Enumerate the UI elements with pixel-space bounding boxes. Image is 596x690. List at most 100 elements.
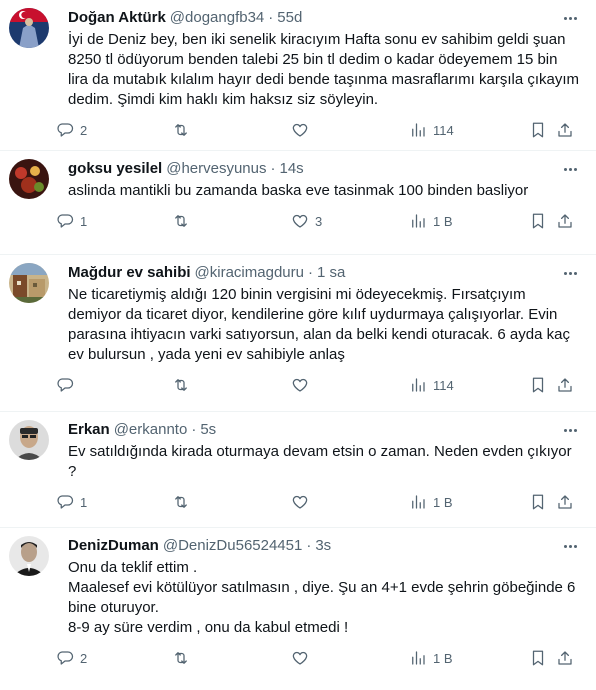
- tweet-header: Mağdur ev sahibi @kiracimagduru · 1 sa: [68, 263, 580, 283]
- tweet-time[interactable]: 14s: [280, 159, 304, 179]
- tweet[interactable]: Doğan Aktürk @dogangfb34 · 55d İyi de De…: [0, 0, 596, 151]
- tweet-actions: 1 1 B: [57, 484, 580, 520]
- like-icon: [292, 214, 308, 228]
- view-count: 1 B: [433, 213, 453, 229]
- reply-button[interactable]: 1: [56, 492, 87, 512]
- view-count: 1 B: [433, 494, 453, 510]
- tweet[interactable]: Erkan @erkannto · 5s Ev satıldığında kir…: [0, 412, 596, 528]
- bookmark-button[interactable]: [529, 492, 547, 512]
- more-icon[interactable]: [560, 161, 580, 177]
- tweet-time[interactable]: 5s: [200, 420, 216, 440]
- share-button[interactable]: [556, 648, 574, 668]
- retweet-button[interactable]: [172, 648, 196, 668]
- tweet-time[interactable]: 1 sa: [317, 263, 345, 283]
- share-icon: [558, 378, 572, 392]
- author-name[interactable]: DenizDuman: [68, 536, 159, 556]
- views-icon: [412, 214, 425, 228]
- reply-count: 1: [80, 213, 88, 229]
- avatar[interactable]: [9, 536, 49, 576]
- like-button[interactable]: [291, 120, 315, 140]
- share-icon: [558, 495, 572, 509]
- tweet-time[interactable]: 3s: [315, 536, 331, 556]
- author-name[interactable]: goksu yesilel: [68, 159, 162, 179]
- share-button[interactable]: [556, 211, 574, 231]
- bookmark-button[interactable]: [529, 375, 547, 395]
- like-button[interactable]: [291, 375, 315, 395]
- tweet-header: DenizDuman @DenizDu56524451 · 3s: [68, 536, 580, 556]
- like-icon: [292, 495, 308, 509]
- author-name[interactable]: Erkan: [68, 420, 110, 440]
- views-icon: [412, 651, 425, 665]
- author-name[interactable]: Doğan Aktürk: [68, 8, 166, 28]
- retweet-button[interactable]: [172, 492, 196, 512]
- bookmark-icon: [532, 650, 544, 666]
- view-count: 114: [433, 122, 454, 138]
- reply-count: 2: [80, 650, 88, 666]
- separator-dot: ·: [307, 264, 313, 281]
- tweet-text: İyi de Deniz bey, ben iki senelik kiracı…: [68, 31, 584, 108]
- like-button[interactable]: [291, 492, 315, 512]
- author-name[interactable]: Mağdur ev sahibi: [68, 263, 191, 283]
- views-button[interactable]: 1 B: [409, 492, 453, 512]
- reply-button[interactable]: 2: [56, 120, 87, 140]
- bookmark-icon: [532, 494, 544, 510]
- retweet-button[interactable]: [172, 211, 196, 231]
- separator-dot: ·: [306, 537, 312, 554]
- share-button[interactable]: [556, 375, 574, 395]
- avatar[interactable]: [9, 420, 49, 460]
- reply-button[interactable]: 2: [56, 648, 87, 668]
- separator-dot: ·: [191, 421, 197, 438]
- retweet-icon: [175, 652, 187, 664]
- views-button[interactable]: 1 B: [409, 648, 453, 668]
- view-count: 1 B: [433, 650, 453, 666]
- avatar[interactable]: [9, 159, 49, 199]
- views-icon: [412, 495, 425, 509]
- reply-button[interactable]: [56, 375, 80, 395]
- bookmark-button[interactable]: [529, 648, 547, 668]
- views-button[interactable]: 114: [409, 375, 454, 395]
- share-icon: [558, 651, 572, 665]
- retweet-button[interactable]: [172, 375, 196, 395]
- share-icon: [558, 123, 572, 137]
- share-button[interactable]: [556, 120, 574, 140]
- tweet[interactable]: DenizDuman @DenizDu56524451 · 3s Onu da …: [0, 528, 596, 690]
- reply-icon: [57, 651, 74, 665]
- author-handle[interactable]: @hervesyunus: [166, 159, 266, 179]
- reply-button[interactable]: 1: [56, 211, 87, 231]
- view-count: 114: [433, 377, 454, 393]
- share-button[interactable]: [556, 492, 574, 512]
- tweet[interactable]: Mağdur ev sahibi @kiracimagduru · 1 sa N…: [0, 255, 596, 412]
- author-handle[interactable]: @kiracimagduru: [195, 263, 304, 283]
- avatar[interactable]: [9, 8, 49, 48]
- views-button[interactable]: 1 B: [409, 211, 453, 231]
- more-icon[interactable]: [560, 265, 580, 281]
- like-button[interactable]: [291, 648, 315, 668]
- tweet-header: Erkan @erkannto · 5s: [68, 420, 580, 440]
- more-icon[interactable]: [560, 538, 580, 554]
- tweet-text: aslinda mantikli bu zamanda baska eve ta…: [68, 182, 529, 199]
- like-button[interactable]: 3: [291, 211, 322, 231]
- author-handle[interactable]: @dogangfb34: [170, 8, 264, 28]
- tweet[interactable]: goksu yesilel @hervesyunus · 14s aslinda…: [0, 151, 596, 255]
- bookmark-button[interactable]: [529, 211, 547, 231]
- like-icon: [292, 378, 308, 392]
- tweet-header: goksu yesilel @hervesyunus · 14s: [68, 159, 580, 179]
- more-icon[interactable]: [560, 422, 580, 438]
- author-handle[interactable]: @erkannto: [114, 420, 188, 440]
- separator-dot: ·: [270, 160, 276, 177]
- reply-count: 1: [80, 494, 88, 510]
- avatar[interactable]: [9, 263, 49, 303]
- retweet-button[interactable]: [172, 120, 196, 140]
- share-icon: [558, 214, 572, 228]
- tweet-time[interactable]: 55d: [277, 8, 302, 28]
- reply-icon: [57, 495, 74, 509]
- more-icon[interactable]: [560, 10, 580, 26]
- reply-icon: [57, 123, 74, 137]
- like-count: 3: [315, 213, 323, 229]
- author-handle[interactable]: @DenizDu56524451: [163, 536, 303, 556]
- views-button[interactable]: 114: [409, 120, 454, 140]
- tweet-actions: 1 3 1 B: [57, 203, 580, 239]
- bookmark-icon: [532, 122, 544, 138]
- tweet-text: Ne ticaretiymiş aldığı 120 binin vergisi…: [68, 286, 575, 363]
- bookmark-button[interactable]: [529, 120, 547, 140]
